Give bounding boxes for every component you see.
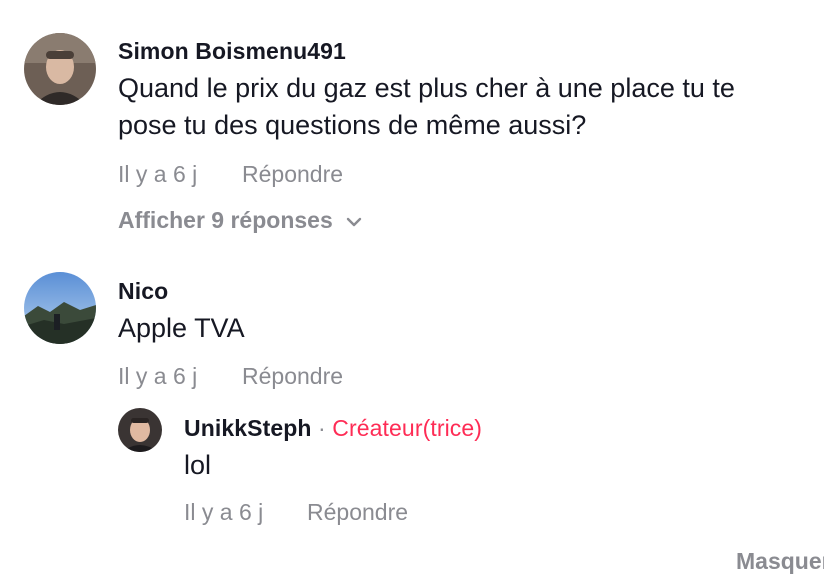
comment-username[interactable]: Nico — [118, 278, 168, 305]
reply-timestamp: Il y a 6 j — [184, 499, 264, 525]
separator-dot: · — [318, 415, 326, 441]
view-replies-button[interactable]: Afficher 9 réponses — [118, 207, 363, 234]
comment-username[interactable]: Simon Boismenu491 — [118, 38, 346, 65]
reply-text: lol — [184, 450, 212, 480]
landscape-photo-icon — [24, 272, 96, 344]
comment-text-line: Quand le prix du gaz est plus cher à une… — [118, 73, 735, 103]
creator-badge: Créateur(trice) — [332, 415, 483, 441]
reply-username-row: UnikkSteph · Créateur(trice) — [184, 415, 482, 442]
user-photo-icon — [118, 408, 162, 452]
comment-text: Quand le prix du gaz est plus cher à une… — [118, 70, 818, 144]
avatar-simon[interactable] — [24, 33, 96, 105]
view-replies-label: Afficher 9 réponses — [118, 207, 333, 233]
comment-text-line: pose tu des questions de même aussi? — [118, 110, 587, 140]
reply-button[interactable]: Répondre — [307, 499, 408, 526]
avatar-nico[interactable] — [24, 272, 96, 344]
user-photo-icon — [24, 33, 96, 105]
comment-text: Apple TVA — [118, 313, 245, 343]
reply-button[interactable]: Répondre — [242, 161, 343, 188]
comment-timestamp: Il y a 6 j — [118, 363, 198, 389]
chevron-down-icon — [345, 207, 363, 234]
comment-timestamp: Il y a 6 j — [118, 161, 198, 187]
avatar-unikksteph[interactable] — [118, 408, 162, 452]
reply-username[interactable]: UnikkSteph — [184, 415, 312, 441]
reply-button[interactable]: Répondre — [242, 363, 343, 390]
